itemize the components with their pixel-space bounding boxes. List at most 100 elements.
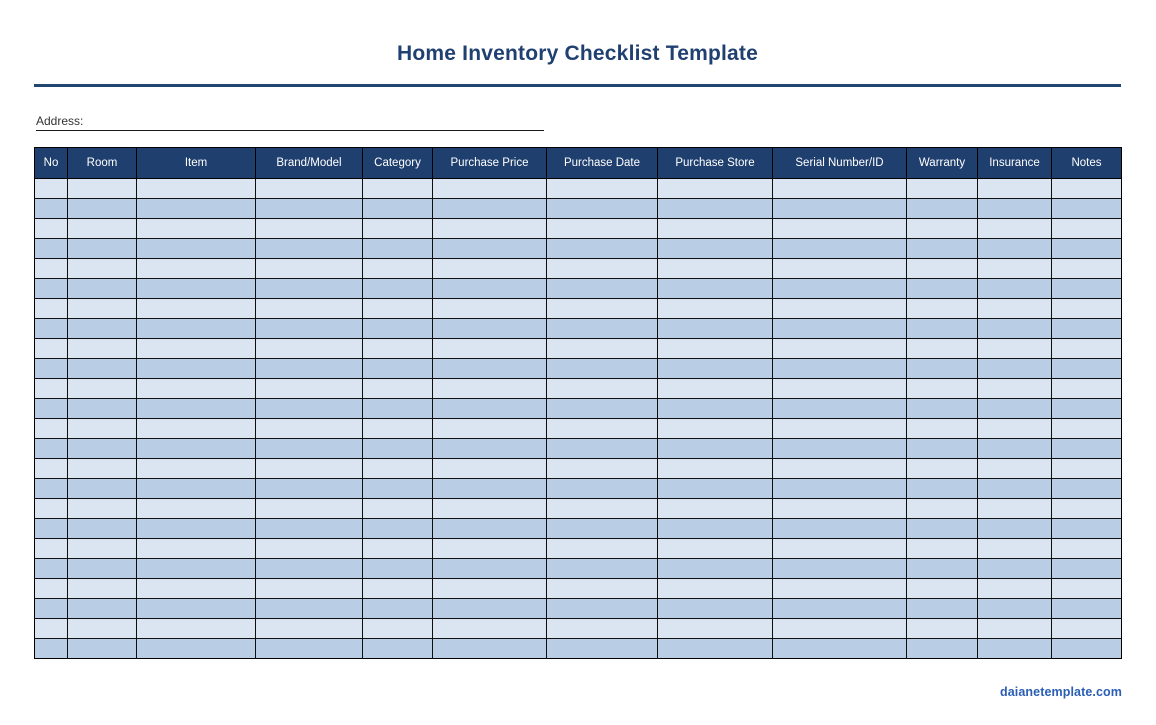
cell-purchase_price[interactable] (432, 498, 547, 519)
cell-serial_number_id[interactable] (772, 558, 907, 579)
cell-serial_number_id[interactable] (772, 238, 907, 259)
cell-no[interactable] (34, 358, 68, 379)
cell-brand_model[interactable] (255, 238, 363, 259)
cell-no[interactable] (34, 638, 68, 659)
cell-warranty[interactable] (906, 378, 978, 399)
cell-brand_model[interactable] (255, 598, 363, 619)
cell-serial_number_id[interactable] (772, 338, 907, 359)
cell-purchase_price[interactable] (432, 218, 547, 239)
cell-insurance[interactable] (977, 338, 1052, 359)
cell-warranty[interactable] (906, 318, 978, 339)
cell-category[interactable] (362, 378, 433, 399)
cell-insurance[interactable] (977, 538, 1052, 559)
cell-serial_number_id[interactable] (772, 358, 907, 379)
cell-purchase_store[interactable] (657, 478, 773, 499)
cell-no[interactable] (34, 318, 68, 339)
cell-insurance[interactable] (977, 498, 1052, 519)
cell-brand_model[interactable] (255, 318, 363, 339)
cell-serial_number_id[interactable] (772, 538, 907, 559)
cell-item[interactable] (136, 218, 256, 239)
cell-room[interactable] (67, 178, 137, 199)
cell-notes[interactable] (1051, 198, 1122, 219)
cell-purchase_store[interactable] (657, 178, 773, 199)
cell-purchase_store[interactable] (657, 638, 773, 659)
cell-warranty[interactable] (906, 578, 978, 599)
cell-purchase_date[interactable] (546, 518, 658, 539)
cell-category[interactable] (362, 618, 433, 639)
cell-purchase_date[interactable] (546, 278, 658, 299)
cell-category[interactable] (362, 458, 433, 479)
cell-category[interactable] (362, 298, 433, 319)
cell-brand_model[interactable] (255, 298, 363, 319)
cell-purchase_date[interactable] (546, 498, 658, 519)
cell-insurance[interactable] (977, 298, 1052, 319)
cell-warranty[interactable] (906, 598, 978, 619)
cell-category[interactable] (362, 578, 433, 599)
cell-item[interactable] (136, 518, 256, 539)
cell-purchase_price[interactable] (432, 258, 547, 279)
cell-brand_model[interactable] (255, 398, 363, 419)
cell-serial_number_id[interactable] (772, 498, 907, 519)
cell-category[interactable] (362, 478, 433, 499)
cell-no[interactable] (34, 278, 68, 299)
cell-notes[interactable] (1051, 498, 1122, 519)
cell-brand_model[interactable] (255, 478, 363, 499)
cell-brand_model[interactable] (255, 218, 363, 239)
cell-no[interactable] (34, 438, 68, 459)
cell-insurance[interactable] (977, 438, 1052, 459)
cell-brand_model[interactable] (255, 438, 363, 459)
cell-no[interactable] (34, 238, 68, 259)
cell-room[interactable] (67, 638, 137, 659)
cell-brand_model[interactable] (255, 178, 363, 199)
cell-purchase_price[interactable] (432, 518, 547, 539)
cell-purchase_store[interactable] (657, 458, 773, 479)
cell-purchase_date[interactable] (546, 598, 658, 619)
cell-purchase_price[interactable] (432, 578, 547, 599)
cell-purchase_date[interactable] (546, 438, 658, 459)
cell-notes[interactable] (1051, 578, 1122, 599)
cell-category[interactable] (362, 398, 433, 419)
cell-purchase_store[interactable] (657, 198, 773, 219)
cell-purchase_store[interactable] (657, 298, 773, 319)
cell-room[interactable] (67, 238, 137, 259)
cell-category[interactable] (362, 278, 433, 299)
cell-brand_model[interactable] (255, 458, 363, 479)
cell-warranty[interactable] (906, 178, 978, 199)
cell-no[interactable] (34, 598, 68, 619)
cell-item[interactable] (136, 538, 256, 559)
cell-purchase_store[interactable] (657, 258, 773, 279)
cell-purchase_store[interactable] (657, 538, 773, 559)
cell-no[interactable] (34, 298, 68, 319)
cell-item[interactable] (136, 558, 256, 579)
cell-brand_model[interactable] (255, 418, 363, 439)
cell-room[interactable] (67, 478, 137, 499)
cell-room[interactable] (67, 458, 137, 479)
cell-notes[interactable] (1051, 538, 1122, 559)
cell-notes[interactable] (1051, 378, 1122, 399)
cell-purchase_price[interactable] (432, 278, 547, 299)
cell-notes[interactable] (1051, 558, 1122, 579)
cell-room[interactable] (67, 538, 137, 559)
cell-room[interactable] (67, 598, 137, 619)
cell-no[interactable] (34, 378, 68, 399)
cell-purchase_price[interactable] (432, 298, 547, 319)
cell-purchase_price[interactable] (432, 238, 547, 259)
cell-purchase_store[interactable] (657, 518, 773, 539)
cell-warranty[interactable] (906, 538, 978, 559)
cell-purchase_store[interactable] (657, 598, 773, 619)
cell-no[interactable] (34, 398, 68, 419)
cell-purchase_store[interactable] (657, 278, 773, 299)
cell-notes[interactable] (1051, 298, 1122, 319)
cell-insurance[interactable] (977, 558, 1052, 579)
cell-notes[interactable] (1051, 518, 1122, 539)
cell-purchase_store[interactable] (657, 318, 773, 339)
cell-brand_model[interactable] (255, 198, 363, 219)
cell-brand_model[interactable] (255, 358, 363, 379)
cell-purchase_price[interactable] (432, 398, 547, 419)
cell-no[interactable] (34, 338, 68, 359)
cell-purchase_price[interactable] (432, 538, 547, 559)
cell-warranty[interactable] (906, 198, 978, 219)
cell-notes[interactable] (1051, 398, 1122, 419)
cell-no[interactable] (34, 218, 68, 239)
cell-purchase_date[interactable] (546, 478, 658, 499)
